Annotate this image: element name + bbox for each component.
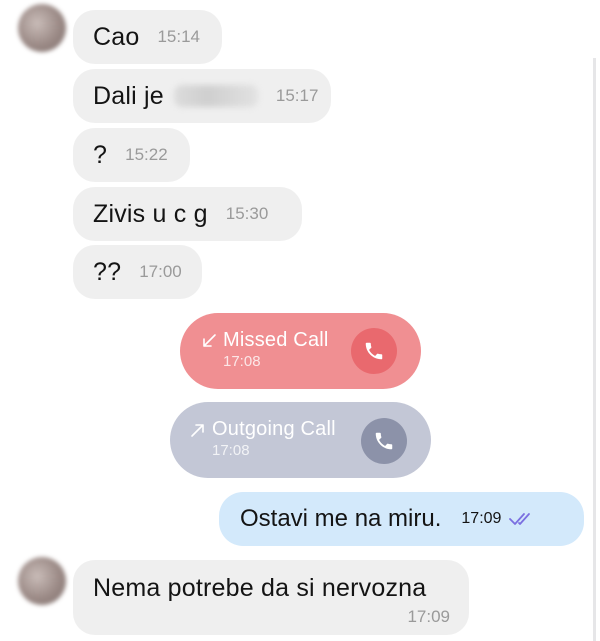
message-time: 15:17 [275, 86, 319, 105]
received-message[interactable]: ? 15:22 [73, 128, 190, 182]
message-time: 15:22 [125, 145, 168, 164]
received-message[interactable]: Cao 15:14 [73, 10, 222, 64]
message-text: Ostavi me na miru. [240, 505, 442, 532]
sent-message[interactable]: Ostavi me na miru. 17:09 [219, 492, 584, 546]
chat-screen: Cao 15:14 Dali je 15:17 ? 15:22 Zivis u … [0, 0, 600, 641]
message-time: 17:00 [139, 262, 182, 281]
message-text: ?? [93, 257, 122, 286]
received-message[interactable]: ?? 17:00 [73, 245, 202, 299]
message-text: ? [93, 140, 108, 169]
missed-call-label: Missed Call [223, 329, 329, 351]
message-time: 17:09 [461, 510, 502, 527]
phone-icon [365, 342, 383, 360]
outgoing-call-bubble[interactable]: Outgoing Call 17:08 [170, 402, 431, 478]
message-text: Nema potrebe da si nervozna [93, 574, 427, 602]
message-time: 15:30 [225, 204, 269, 223]
call-back-button[interactable] [351, 328, 397, 374]
message-time: 17:09 [407, 607, 450, 626]
message-text: Cao [93, 22, 140, 51]
received-message[interactable]: Zivis u c g 15:30 [73, 187, 302, 241]
blurred-name [173, 85, 258, 107]
message-text: Zivis u c g [93, 199, 208, 228]
double-check-icon [509, 511, 535, 527]
scrollbar[interactable] [593, 58, 596, 641]
contact-avatar[interactable] [18, 4, 66, 52]
message-time: 15:14 [157, 27, 201, 46]
outgoing-call-time: 17:08 [212, 442, 250, 459]
missed-call-bubble[interactable]: Missed Call 17:08 [180, 313, 421, 389]
contact-avatar[interactable] [18, 557, 66, 605]
outgoing-call-arrow-icon [191, 424, 204, 437]
message-text: Dali je [93, 81, 164, 110]
outgoing-call-label: Outgoing Call [212, 418, 336, 440]
phone-icon [375, 432, 393, 450]
missed-call-time: 17:08 [223, 353, 261, 370]
missed-call-arrow-icon [203, 334, 216, 347]
received-message[interactable]: Dali je 15:17 [73, 69, 331, 123]
call-again-button[interactable] [361, 418, 407, 464]
received-message[interactable]: Nema potrebe da si nervozna 17:09 [73, 560, 469, 635]
